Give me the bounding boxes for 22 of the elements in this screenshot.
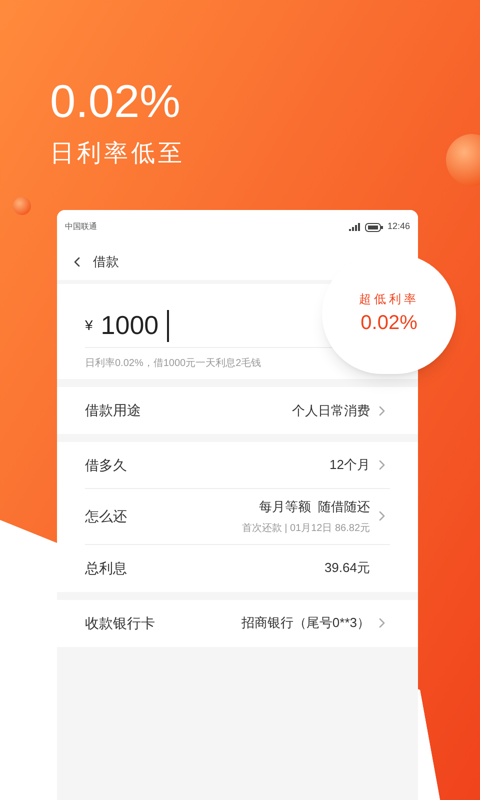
nav-title: 借款 bbox=[93, 253, 119, 272]
status-time: 12:46 bbox=[387, 220, 410, 234]
row-value: 每月等额 随借随还 bbox=[258, 498, 370, 516]
row-value: 39.64元 bbox=[324, 559, 370, 578]
row-value: 个人日常消费 bbox=[292, 402, 370, 420]
row-value: 12个月 bbox=[330, 456, 370, 474]
row-label: 总利息 bbox=[85, 558, 127, 578]
bubble-label: 超低利率 bbox=[359, 291, 419, 308]
battery-icon bbox=[365, 222, 384, 232]
hero-caption: 日利率低至 bbox=[50, 139, 186, 169]
bubble-rate: 0.02% bbox=[360, 311, 418, 336]
amount-field[interactable]: ¥ 1000 bbox=[85, 306, 169, 345]
rate-note: 日利率0.02%，借1000元一天利息2毛钱 bbox=[85, 356, 262, 371]
row-value: 招商银行（尾号0**3） bbox=[241, 614, 370, 632]
row-label: 怎么还 bbox=[85, 506, 127, 526]
signal-icon bbox=[349, 223, 362, 231]
carrier-label: 中国联通 bbox=[65, 221, 97, 233]
row-label: 借多久 bbox=[85, 456, 127, 474]
row-label: 借款用途 bbox=[85, 401, 141, 420]
hero-rate: 0.02% bbox=[50, 78, 182, 124]
row-label: 收款银行卡 bbox=[85, 614, 155, 632]
row-subvalue: 首次还款 | 01月12日 86.82元 bbox=[242, 522, 370, 536]
